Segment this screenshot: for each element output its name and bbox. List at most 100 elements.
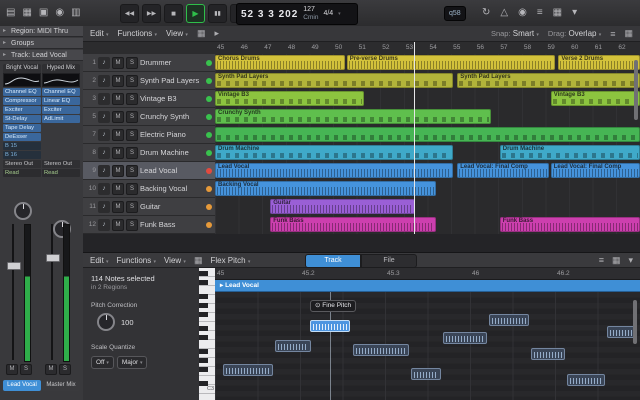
output-slot[interactable]: Stereo Out (42, 160, 80, 168)
mute-button[interactable]: M (6, 364, 18, 375)
black-key[interactable] (199, 271, 208, 276)
track-header[interactable]: 7 ♪ M S Electric Piano (83, 126, 215, 144)
automation-mode[interactable]: Read (42, 169, 80, 177)
scale-root-select[interactable]: Off ▾ (91, 356, 114, 369)
pointer-tool-icon[interactable]: ▸ (214, 28, 219, 39)
tab-track[interactable]: Track (305, 254, 361, 268)
piano-keyboard[interactable]: C3 (199, 268, 216, 400)
eq-thumbnail[interactable] (42, 73, 80, 87)
solo-button[interactable]: S (126, 110, 138, 123)
pitch-note[interactable] (411, 368, 441, 380)
track-lane[interactable]: Synth Pad Layers Synth Pad Layers (215, 72, 640, 91)
flex-pitch-editor[interactable]: 45 45.2 45.3 46 46.2 ▸ Lead Vocal ⊙ Fine… (215, 268, 640, 400)
solo-button[interactable]: S (126, 92, 138, 105)
pitch-note-selected[interactable] (310, 320, 350, 332)
track-header[interactable]: 11 ♪ M S Guitar (83, 198, 215, 216)
solo-button[interactable]: S (126, 74, 138, 87)
region[interactable]: Drum Machine (499, 145, 640, 160)
plugin-slot[interactable]: Exciter (3, 106, 41, 114)
solo-button[interactable]: S (126, 200, 138, 213)
region[interactable]: Lead Vocal (215, 163, 453, 178)
metronome-icon[interactable]: △ (500, 8, 508, 18)
solo-button[interactable]: S (126, 146, 138, 159)
tab-file[interactable]: File (361, 254, 417, 268)
editor-ruler[interactable]: 45 45.2 45.3 46 46.2 (215, 268, 640, 280)
region[interactable]: Funk Bass (270, 217, 436, 232)
region[interactable]: Lead Vocal: Final Comp (457, 163, 549, 178)
pause-button[interactable]: ▮▮ (208, 3, 227, 23)
editor-chevron-icon[interactable]: ▾ (628, 255, 633, 266)
region[interactable]: Vintage B3 (215, 91, 364, 106)
lcd-display[interactable]: 52 3 3 202 127 Cmin 4/4 ▾ (236, 3, 358, 25)
solo-button[interactable]: S (126, 56, 138, 69)
pitch-note[interactable] (607, 326, 635, 338)
track-header[interactable]: 1 ♪ M S Drummer (83, 54, 215, 72)
plugin-slot[interactable]: St-Delay (3, 115, 41, 123)
rewind-button[interactable]: ◀◀ (120, 3, 139, 23)
plugin-slot[interactable]: DeEsser (3, 133, 41, 141)
mute-button[interactable]: M (112, 164, 124, 177)
region[interactable]: Lead Vocal: Final Comp (550, 163, 640, 178)
plugin-slot[interactable]: Tape Delay (3, 124, 41, 132)
track-header[interactable]: 10 ♪ M S Backing Vocal (83, 180, 215, 198)
track-lane[interactable]: Guitar (215, 198, 640, 217)
region[interactable]: Chorus Drums (215, 55, 345, 70)
region[interactable]: Synth Pad Layers (457, 73, 640, 88)
solo-button[interactable]: S (126, 164, 138, 177)
pitch-note[interactable] (275, 340, 311, 352)
inspector-toggle-icon[interactable]: ▤ (6, 8, 15, 18)
editor-zoom-h-icon[interactable]: ≡ (599, 255, 604, 265)
pitch-note[interactable] (443, 332, 487, 344)
drag-menu[interactable]: Drag: Overlap ▾ (548, 29, 601, 38)
volume-fader-right[interactable] (46, 254, 60, 262)
solo-button[interactable]: S (126, 128, 138, 141)
zoom-v-icon[interactable]: ▦ (624, 28, 633, 39)
mute-button[interactable]: M (112, 92, 124, 105)
mute-button[interactable]: M (112, 56, 124, 69)
pitch-note[interactable] (353, 344, 409, 356)
region[interactable]: Vintage B3 (550, 91, 640, 106)
region[interactable]: Guitar (270, 199, 415, 214)
pitch-note[interactable] (489, 314, 529, 326)
quantize-badge[interactable]: q58 (444, 6, 466, 21)
black-key[interactable] (199, 335, 208, 340)
pan-knob-left[interactable] (14, 202, 32, 220)
send-slot[interactable]: B 16 (3, 151, 41, 159)
toolbar-chevron-icon[interactable]: ▾ (572, 8, 577, 18)
volume-fader-left[interactable] (7, 262, 21, 270)
region[interactable]: Crunchy Synth (215, 109, 492, 124)
black-key[interactable] (199, 312, 208, 317)
track-lane[interactable]: Chorus Drums Pre-verse Drums Verse 2 Dru… (215, 54, 640, 73)
forward-button[interactable]: ▶▶ (142, 3, 161, 23)
smart-controls-icon[interactable]: ◉ (55, 8, 64, 18)
region[interactable]: Synth Pad Layers (215, 73, 453, 88)
strip-label-lead-vocal[interactable]: Lead Vocal (3, 380, 41, 391)
track-header[interactable]: 5 ♪ M S Crunchy Synth (83, 108, 215, 126)
editor-region-header[interactable]: ▸ Lead Vocal (215, 280, 640, 292)
track-lane[interactable]: Crunchy Synth (215, 108, 640, 127)
strip-label-master-mix[interactable]: Master Mix (42, 380, 80, 391)
view-menu[interactable]: View ▾ (164, 256, 186, 265)
track-header[interactable]: 2 ♪ M S Synth Pad Layers (83, 72, 215, 90)
mute-button[interactable]: M (112, 128, 124, 141)
region[interactable]: Verse 2 Drums (558, 55, 640, 70)
pitch-note[interactable] (531, 348, 565, 360)
editor-zoom-v-icon[interactable]: ▦ (612, 255, 621, 266)
edit-menu[interactable]: Edit ▾ (90, 256, 109, 265)
view-menu[interactable]: View ▾ (166, 29, 188, 38)
scale-type-select[interactable]: Major ▾ (116, 356, 148, 369)
black-key[interactable] (199, 358, 208, 363)
editor-note-lanes[interactable]: ⊙ Fine Pitch (215, 292, 640, 400)
track-header[interactable]: 8 ♪ M S Drum Machine (83, 144, 215, 162)
region[interactable]: Drum Machine (215, 145, 453, 160)
black-key[interactable] (199, 280, 208, 285)
plugin-slot[interactable]: Compressor (3, 97, 41, 105)
eq-thumbnail[interactable] (3, 73, 41, 87)
strip-name[interactable]: Hyped Mix (42, 64, 80, 73)
pitch-note[interactable] (223, 364, 273, 376)
plugin-slot[interactable]: Linear EQ (42, 97, 80, 105)
black-key[interactable] (199, 367, 208, 372)
pitch-note[interactable] (567, 374, 605, 386)
play-button[interactable]: ▶ (186, 3, 205, 23)
tuner-icon[interactable]: ◉ (518, 8, 527, 18)
